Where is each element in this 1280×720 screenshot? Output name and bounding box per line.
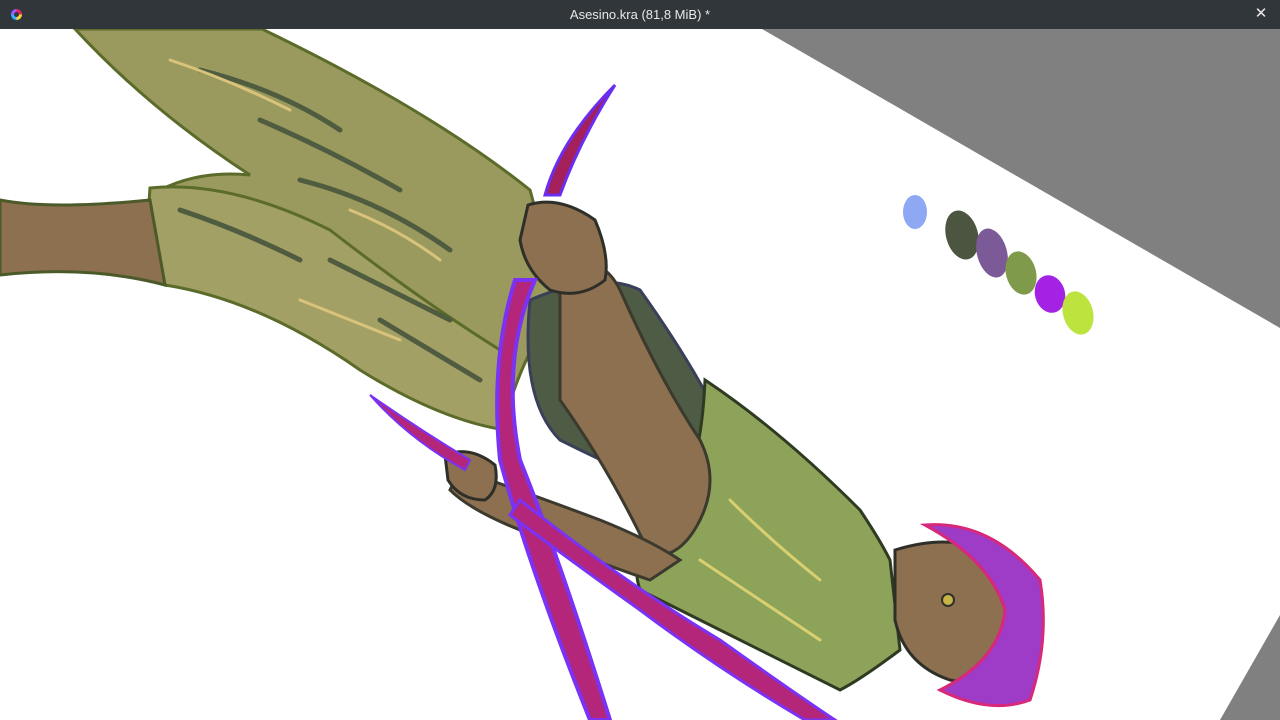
swatch-1 [903, 195, 927, 229]
eye [941, 593, 955, 607]
palette-swatches [903, 195, 1094, 335]
foot [0, 198, 167, 288]
close-icon[interactable]: ✕ [1252, 5, 1270, 23]
drawing-canvas[interactable] [0, 29, 1280, 720]
artwork [0, 29, 1280, 720]
outside-canvas-area-bottom [1220, 615, 1280, 720]
sword-blade-upper [543, 83, 617, 197]
window-title: Asesino.kra (81,8 MiB) * [569, 7, 711, 22]
title-bar: Asesino.kra (81,8 MiB) * ✕ [0, 0, 1280, 29]
